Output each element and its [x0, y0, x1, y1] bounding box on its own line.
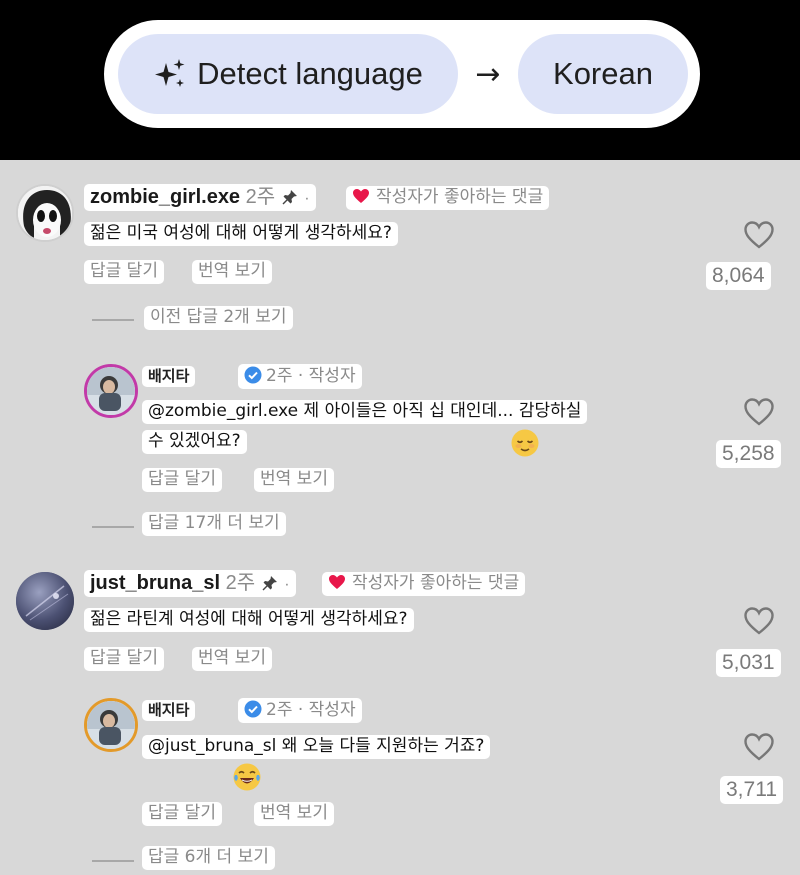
reply-avatar[interactable]	[84, 698, 138, 752]
swap-arrow-icon[interactable]: →	[466, 50, 510, 98]
like-heart-icon[interactable]	[743, 606, 775, 636]
reply-meta: 2주 · 작성자	[238, 698, 362, 723]
reply-text-line-1: @zombie_girl.exe 제 아이들은 아직 십 대인데... 감당하실	[142, 400, 588, 424]
comment-feed: zombie_girl.exe 2주 · 작성자가 좋아하는 댓글 젊은 미국 …	[0, 160, 800, 875]
avatar[interactable]	[16, 572, 74, 630]
creator-avatar-image	[87, 367, 135, 415]
reply-meta: 2주 · 작성자	[238, 364, 362, 389]
thread-line	[92, 526, 134, 528]
verified-badge-icon	[244, 366, 262, 384]
pin-icon	[262, 576, 277, 591]
translate-button[interactable]: 번역 보기	[192, 260, 272, 284]
zombie-avatar-image	[18, 186, 72, 240]
reply-button[interactable]: 답글 달기	[84, 647, 164, 671]
translate-button[interactable]: 번역 보기	[254, 802, 334, 826]
view-more-replies-button[interactable]: 답글 6개 더 보기	[142, 846, 275, 870]
thread-line	[92, 860, 134, 862]
bruna-avatar-image	[16, 572, 74, 630]
like-count: 5,258	[716, 440, 781, 469]
reply-text-line-1: @just_bruna_sl 왜 오늘 다들 지원하는 거죠?	[142, 735, 491, 759]
verified-badge-icon	[244, 700, 262, 718]
like-heart-icon[interactable]	[743, 220, 775, 250]
comment-text: 젊은 미국 여성에 대해 어떻게 생각하세요?	[84, 222, 398, 246]
tears-of-joy-icon	[233, 763, 261, 791]
creator-liked-badge: 작성자가 좋아하는 댓글	[346, 186, 550, 210]
relieved-face-icon	[511, 429, 539, 457]
comment-text: 젊은 라틴계 여성에 대해 어떻게 생각하세요?	[84, 608, 414, 632]
target-language-button[interactable]: Korean	[518, 34, 688, 114]
target-language-label: Korean	[553, 56, 653, 91]
source-language-label: Detect language	[197, 56, 423, 91]
reply-username[interactable]: 배지타	[142, 366, 196, 388]
language-selector: Detect language → Korean	[104, 20, 700, 128]
reply-button[interactable]: 답글 달기	[84, 260, 164, 284]
like-count: 8,064	[706, 262, 771, 291]
reply-username[interactable]: 배지타	[142, 700, 196, 722]
thread-line	[92, 319, 134, 321]
red-heart-icon	[329, 575, 345, 589]
red-heart-icon	[353, 189, 369, 203]
avatar[interactable]	[16, 184, 74, 242]
like-count: 5,031	[716, 649, 781, 678]
creator-avatar-image	[87, 701, 135, 749]
view-previous-replies-button[interactable]: 이전 답글 2개 보기	[144, 306, 293, 330]
creator-liked-badge: 작성자가 좋아하는 댓글	[322, 572, 526, 596]
sparkle-icon	[155, 59, 185, 87]
like-heart-icon[interactable]	[743, 732, 775, 762]
reply-text-line-2: 수 있겠어요?	[142, 430, 247, 454]
pin-icon	[282, 190, 297, 205]
view-more-replies-button[interactable]: 답글 17개 더 보기	[142, 512, 286, 536]
reply-button[interactable]: 답글 달기	[142, 802, 222, 826]
source-language-button[interactable]: Detect language	[118, 34, 458, 114]
translate-button[interactable]: 번역 보기	[192, 647, 272, 671]
translate-button[interactable]: 번역 보기	[254, 468, 334, 492]
comment-username[interactable]: just_bruna_sl 2주 ·	[84, 570, 296, 597]
like-heart-icon[interactable]	[743, 397, 775, 427]
like-count: 3,711	[720, 776, 783, 805]
translate-bar: Detect language → Korean	[0, 0, 800, 160]
comment-username[interactable]: zombie_girl.exe 2주 ·	[84, 184, 316, 211]
reply-button[interactable]: 답글 달기	[142, 468, 222, 492]
reply-avatar[interactable]	[84, 364, 138, 418]
